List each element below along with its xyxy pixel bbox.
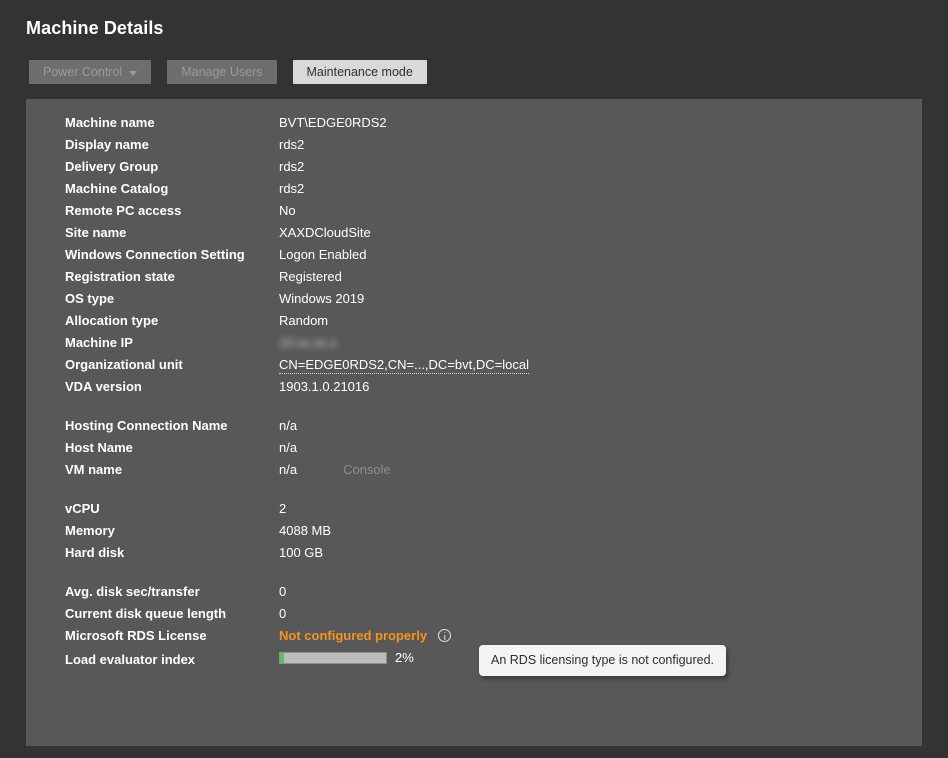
detail-row: OS type Windows 2019 [26, 291, 922, 313]
row-value: n/a [279, 418, 298, 433]
row-value: 10.xx.xx.x [279, 335, 337, 350]
power-control-button[interactable]: Power Control [29, 60, 152, 84]
row-label: Host Name [65, 440, 133, 455]
detail-group-hosting: Hosting Connection Name n/a Host Name n/… [26, 418, 922, 484]
row-label: Avg. disk sec/transfer [65, 584, 200, 599]
row-value: 4088 MB [279, 523, 332, 538]
vm-name-value: n/a [279, 462, 298, 477]
detail-row-load-evaluator: Load evaluator index 2% [26, 650, 922, 672]
row-value: rds2 [279, 181, 305, 196]
console-link[interactable]: Console [343, 462, 391, 477]
row-label: VDA version [65, 379, 142, 394]
row-value: No [279, 203, 296, 218]
detail-row: Machine name BVT\EDGE0RDS2 [26, 115, 922, 137]
rds-license-status: Not configured properly [279, 628, 428, 643]
info-circle-icon[interactable] [438, 629, 452, 642]
detail-row: Delivery Group rds2 [26, 159, 922, 181]
progress-track [279, 651, 387, 664]
row-value: XAXDCloudSite [279, 225, 371, 240]
toolbar: Power Control Manage Users Maintenance m… [29, 60, 427, 84]
progress-percent-label: 2% [395, 650, 414, 665]
row-value: Random [279, 313, 329, 328]
detail-row-machine-ip: Machine IP 10.xx.xx.x [26, 335, 922, 357]
machine-details-panel: Machine name BVT\EDGE0RDS2 Display name … [26, 99, 922, 746]
row-label: Machine name [65, 115, 155, 130]
row-value: BVT\EDGE0RDS2 [279, 115, 387, 130]
detail-group-general: Machine name BVT\EDGE0RDS2 Display name … [26, 115, 922, 401]
row-value: 2% [279, 650, 414, 665]
detail-row: Windows Connection Setting Logon Enabled [26, 247, 922, 269]
row-label: Current disk queue length [65, 606, 227, 621]
row-label: Organizational unit [65, 357, 183, 372]
row-label: vCPU [65, 501, 100, 516]
row-value: 100 GB [279, 545, 324, 560]
row-label: VM name [65, 462, 123, 477]
row-value: 0 [279, 606, 287, 621]
machine-ip-redacted-value: 10.xx.xx.x [279, 335, 337, 350]
chevron-down-icon [129, 70, 138, 76]
row-value: Not configured properly [279, 628, 452, 643]
page-title: Machine Details [26, 18, 164, 38]
detail-row: Remote PC access No [26, 203, 922, 225]
detail-row: Hosting Connection Name n/a [26, 418, 922, 440]
row-value: rds2 [279, 137, 305, 152]
row-label: Microsoft RDS License [65, 628, 207, 643]
row-value: CN=EDGE0RDS2,CN=...,DC=bvt,DC=local [279, 357, 529, 374]
row-label: Registration state [65, 269, 175, 284]
detail-group-performance: Avg. disk sec/transfer 0 Current disk qu… [26, 584, 922, 672]
progress-fill [280, 652, 284, 663]
row-label: Delivery Group [65, 159, 159, 174]
detail-row-vm-name: VM name n/a Console [26, 462, 922, 484]
row-label: Hard disk [65, 545, 125, 560]
row-label: Display name [65, 137, 149, 152]
row-label: Site name [65, 225, 127, 240]
detail-row-rds-license: Microsoft RDS License Not configured pro… [26, 628, 922, 650]
row-label: Remote PC access [65, 203, 182, 218]
row-value: Windows 2019 [279, 291, 365, 306]
row-label: Machine Catalog [65, 181, 169, 196]
row-value: Registered [279, 269, 342, 284]
row-value: n/a Console [279, 462, 391, 477]
detail-row: Host Name n/a [26, 440, 922, 462]
row-label: Windows Connection Setting [65, 247, 245, 262]
row-value: 1903.1.0.21016 [279, 379, 370, 394]
row-value: 0 [279, 584, 287, 599]
manage-users-button[interactable]: Manage Users [167, 60, 277, 84]
maintenance-mode-button[interactable]: Maintenance mode [292, 60, 427, 84]
detail-row: Memory 4088 MB [26, 523, 922, 545]
detail-row: Current disk queue length 0 [26, 606, 922, 628]
detail-row: Display name rds2 [26, 137, 922, 159]
organizational-unit-link[interactable]: CN=EDGE0RDS2,CN=...,DC=bvt,DC=local [279, 357, 529, 374]
detail-row: vCPU 2 [26, 501, 922, 523]
row-label: Machine IP [65, 335, 133, 350]
rds-license-tooltip: An RDS licensing type is not configured. [479, 645, 727, 676]
detail-row: Registration state Registered [26, 269, 922, 291]
row-label: Load evaluator index [65, 651, 196, 667]
detail-row: Site name XAXDCloudSite [26, 225, 922, 247]
row-value: 2 [279, 501, 287, 516]
row-label: Allocation type [65, 313, 159, 328]
row-label: OS type [65, 291, 115, 306]
detail-row-organizational-unit: Organizational unit CN=EDGE0RDS2,CN=...,… [26, 357, 922, 379]
detail-row: Avg. disk sec/transfer 0 [26, 584, 922, 606]
detail-row: VDA version 1903.1.0.21016 [26, 379, 922, 401]
detail-group-resources: vCPU 2 Memory 4088 MB Hard disk 100 GB [26, 501, 922, 567]
row-label: Hosting Connection Name [65, 418, 228, 433]
row-value: n/a [279, 440, 298, 455]
row-value: rds2 [279, 159, 305, 174]
detail-row: Hard disk 100 GB [26, 545, 922, 567]
detail-row: Allocation type Random [26, 313, 922, 335]
row-value: Logon Enabled [279, 247, 367, 262]
power-control-label: Power Control [43, 65, 123, 79]
load-evaluator-progress: 2% [279, 650, 414, 665]
row-label: Memory [65, 523, 115, 538]
detail-row: Machine Catalog rds2 [26, 181, 922, 203]
